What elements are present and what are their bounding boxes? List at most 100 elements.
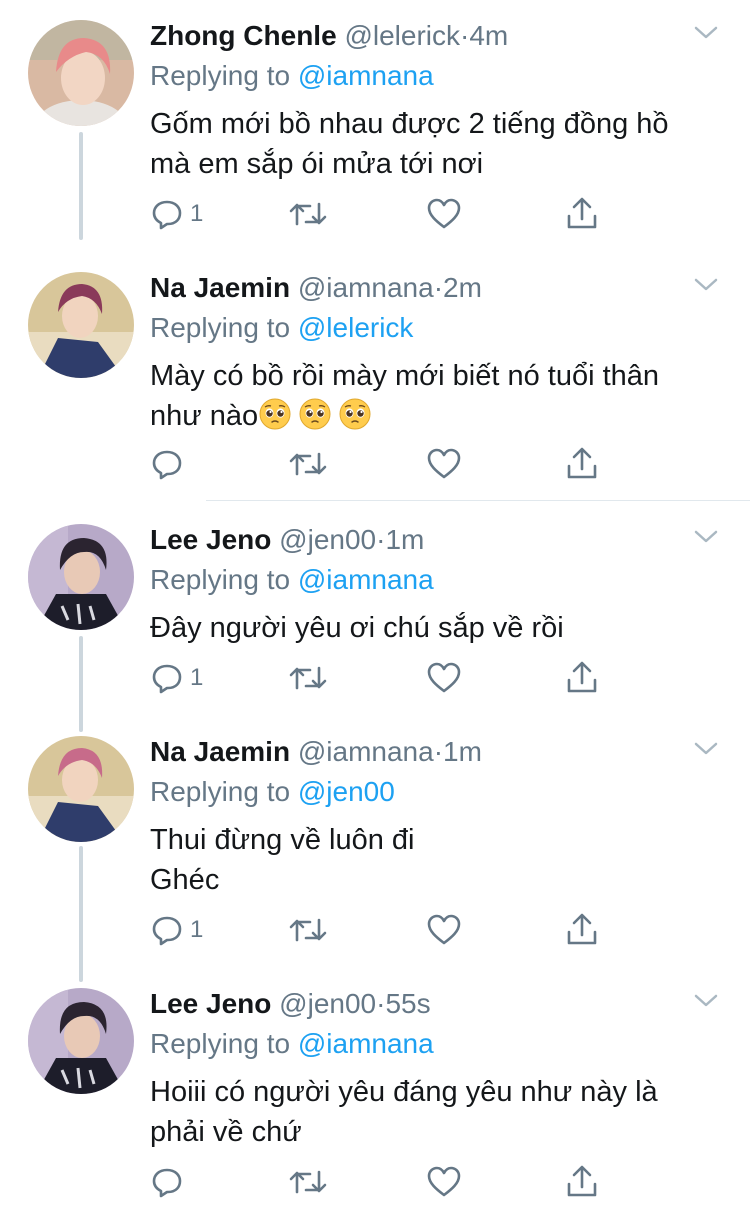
heart-icon [427,914,461,945]
action-bar: 1 [150,658,610,698]
display-name[interactable]: Lee Jeno [150,524,271,555]
tweet-text: Hoiii có người yêu đáng yêu như này là p… [150,1072,730,1152]
retweet-button[interactable] [288,1162,328,1202]
user-handle[interactable]: @lelerick [344,20,460,51]
pleading-face-emoji [339,398,371,430]
replying-prefix: Replying to [150,60,291,91]
retweet-button[interactable] [288,658,328,698]
avatar[interactable] [28,20,134,126]
separator-dot: · [433,736,444,767]
user-handle[interactable]: @jen00 [279,988,376,1019]
avatar[interactable] [28,988,134,1094]
mention-link[interactable]: @iamnana [298,60,434,91]
share-button[interactable] [564,194,600,234]
avatar[interactable] [28,524,134,630]
action-bar: 1 [150,194,610,234]
tweet-header: Lee Jeno @jen00·55s [150,986,431,1022]
share-icon [567,661,597,693]
avatar[interactable] [28,272,134,378]
replying-prefix: Replying to [150,776,291,807]
chevron-down-icon[interactable] [692,526,720,546]
share-button[interactable] [564,1162,600,1202]
separator-dot: · [433,272,444,303]
display-name[interactable]: Na Jaemin [150,736,290,767]
action-bar: 1 [150,910,610,950]
user-handle[interactable]: @iamnana [298,272,434,303]
tweet-header: Na Jaemin @iamnana·2m [150,270,482,306]
timestamp[interactable]: 1m [443,736,482,767]
tweet-header: Na Jaemin @iamnana·1m [150,734,482,770]
tweet[interactable]: Na Jaemin @iamnana·1m Replying to @jen00… [0,716,750,968]
like-button[interactable] [426,444,462,484]
tweet[interactable]: Na Jaemin @iamnana·2m Replying to @leler… [0,252,750,500]
timestamp[interactable]: 1m [385,524,424,555]
reply-icon [152,916,182,946]
share-icon [567,447,597,479]
replying-to: Replying to @iamnana [150,58,434,94]
replying-prefix: Replying to [150,312,291,343]
reply-button[interactable]: 1 [150,194,203,234]
tweet-text-line: phải về chứ [150,1116,302,1148]
reply-button[interactable]: 1 [150,658,203,698]
pleading-face-emoji [259,398,291,430]
like-button[interactable] [426,658,462,698]
display-name[interactable]: Na Jaemin [150,272,290,303]
tweet-text: Thui đừng về luôn đi Ghéc [150,820,730,900]
reply-icon [152,450,182,480]
separator-dot: · [460,20,470,51]
tweet-text: Gốm mới bồ nhau được 2 tiếng đồng hồ mà … [150,104,730,184]
share-button[interactable] [564,658,600,698]
avatar[interactable] [28,736,134,842]
retweet-icon [289,202,327,226]
tweet-text-line: Mày có bồ rồi mày mới biết nó tuổi thân [150,360,660,392]
reply-button[interactable] [150,1162,190,1202]
tweet[interactable]: Lee Jeno @jen00·55s Replying to @iamnana… [0,968,750,1218]
tweet-divider [206,500,750,501]
retweet-icon [289,1170,327,1194]
replying-to: Replying to @iamnana [150,1026,434,1062]
action-bar [150,1162,610,1202]
emoji-group [258,398,378,432]
display-name[interactable]: Lee Jeno [150,988,271,1019]
timestamp[interactable]: 55s [385,988,430,1019]
chevron-down-icon[interactable] [692,990,720,1010]
chevron-down-icon[interactable] [692,738,720,758]
replying-to: Replying to @lelerick [150,310,413,346]
heart-icon [427,662,461,693]
like-button[interactable] [426,194,462,234]
like-button[interactable] [426,910,462,950]
user-handle[interactable]: @iamnana [298,736,434,767]
reply-icon [152,1168,182,1198]
tweet[interactable]: Zhong Chenle @lelerick·4m Replying to @i… [0,0,750,252]
pleading-face-emoji [299,398,331,430]
reply-button[interactable]: 1 [150,910,203,950]
tweet-text-line: Hoiii có người yêu đáng yêu như này là [150,1076,658,1108]
retweet-button[interactable] [288,444,328,484]
mention-link[interactable]: @jen00 [298,776,395,807]
user-handle[interactable]: @jen00 [279,524,376,555]
tweet-header: Zhong Chenle @lelerick·4m [150,18,508,54]
chevron-down-icon[interactable] [692,22,720,42]
display-name[interactable]: Zhong Chenle [150,20,337,51]
tweet-text-line: Đây người yêu ơi chú sắp về rồi [150,612,564,644]
share-button[interactable] [564,910,600,950]
tweet[interactable]: Lee Jeno @jen00·1m Replying to @iamnana … [0,504,750,712]
heart-icon [427,1166,461,1197]
chevron-down-icon[interactable] [692,274,720,294]
reply-button[interactable] [150,444,190,484]
retweet-button[interactable] [288,910,328,950]
replying-prefix: Replying to [150,1028,291,1059]
like-button[interactable] [426,1162,462,1202]
retweet-button[interactable] [288,194,328,234]
reply-icon [152,664,182,694]
timestamp[interactable]: 4m [469,20,508,51]
share-icon [567,197,597,229]
share-icon [567,1165,597,1197]
mention-link[interactable]: @iamnana [298,1028,434,1059]
mention-link[interactable]: @lelerick [298,312,414,343]
share-button[interactable] [564,444,600,484]
timestamp[interactable]: 2m [443,272,482,303]
tweet-text-line: Thui đừng về luôn đi [150,824,415,856]
reply-count: 1 [190,916,204,943]
mention-link[interactable]: @iamnana [298,564,434,595]
